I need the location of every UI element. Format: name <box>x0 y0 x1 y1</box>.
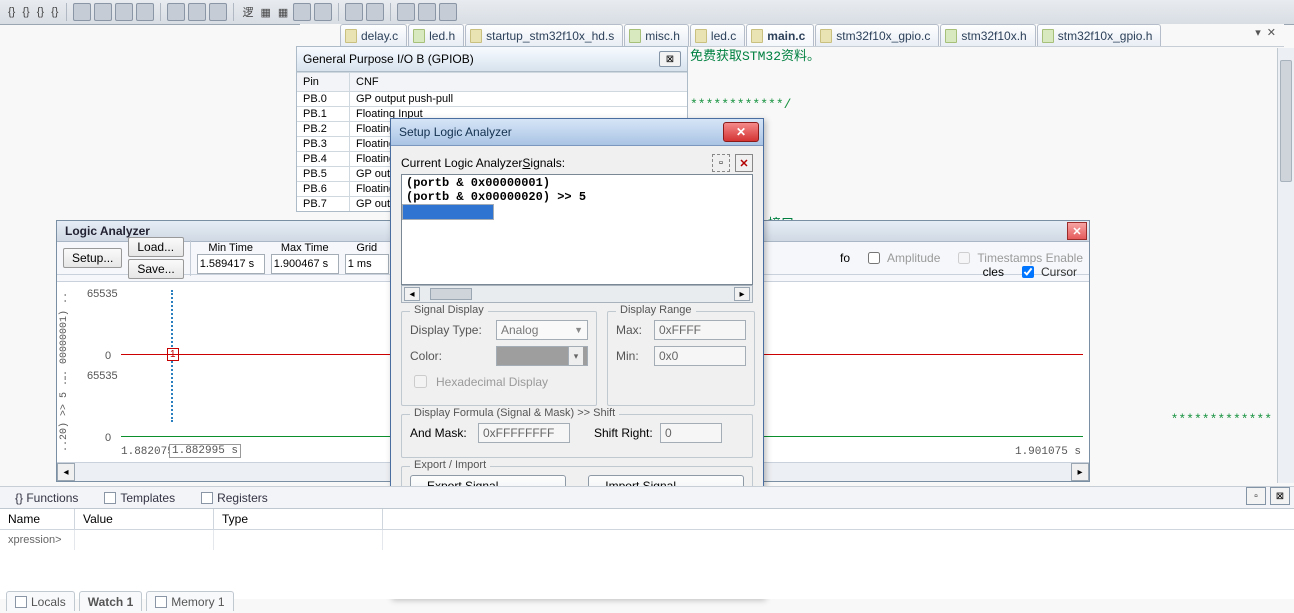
list-hscroll[interactable]: ◂▸ <box>401 285 753 303</box>
file-icon <box>629 29 641 43</box>
min-input[interactable]: 0x0 <box>654 346 746 366</box>
main-toolbar: {}{}{}{} 逻▦▦ <box>0 0 1294 25</box>
col-pin: Pin <box>297 73 350 91</box>
file-tab[interactable]: main.c <box>746 24 814 46</box>
file-icon <box>820 29 832 43</box>
pin-icon[interactable]: ▫ <box>1246 487 1266 505</box>
file-tab-bar: delay.cled.hstartup_stm32f10x_hd.smisc.h… <box>300 24 1284 47</box>
signals-list[interactable]: (portb & 0x00000001)(portb & 0x00000020)… <box>401 174 753 285</box>
signal-row-selected[interactable] <box>402 204 494 220</box>
gpio-title: General Purpose I/O B (GPIOB) <box>303 52 474 66</box>
toolbar-icon[interactable] <box>397 3 415 21</box>
col-value: Value <box>75 509 214 529</box>
max-input[interactable]: 0xFFFF <box>654 320 746 340</box>
file-tab[interactable]: led.c <box>690 24 745 46</box>
close-icon[interactable]: ✕ <box>723 122 759 142</box>
file-tab[interactable]: stm32f10x_gpio.h <box>1037 24 1162 46</box>
hex-check <box>414 375 427 388</box>
cles-label: cles <box>983 265 1004 279</box>
close-icon[interactable]: ✕ <box>1067 222 1087 240</box>
la-title: Logic Analyzer <box>65 224 150 238</box>
toolbar-icon[interactable] <box>439 3 457 21</box>
toolbar-icon[interactable] <box>418 3 436 21</box>
editor-scrollbar[interactable] <box>1277 48 1294 483</box>
display-type-select[interactable]: Analog▼ <box>496 320 588 340</box>
signal-row[interactable]: (portb & 0x00000001) <box>402 176 752 190</box>
gpio-row[interactable]: PB.0GP output push-pull <box>297 91 687 106</box>
color-select[interactable]: ▾ <box>496 346 588 366</box>
toolbar-icon[interactable] <box>345 3 363 21</box>
toolbar-icon[interactable] <box>188 3 206 21</box>
toolbar-icon[interactable] <box>209 3 227 21</box>
scroll-right-icon[interactable]: ▸ <box>1071 463 1089 481</box>
toolbar-icon[interactable] <box>167 3 185 21</box>
dialog-title: Setup Logic Analyzer <box>399 125 512 139</box>
signal-row[interactable]: (portb & 0x00000020) >> 5 <box>402 190 752 204</box>
file-icon <box>470 29 482 43</box>
load-button[interactable]: Load... <box>128 237 183 257</box>
cursor-check[interactable]: Cursor <box>1018 263 1077 281</box>
maxtime-label: Max Time <box>272 242 338 254</box>
code-line: 免费获取STM32资料。 <box>690 46 1294 68</box>
file-tab[interactable]: delay.c <box>340 24 407 46</box>
file-tab[interactable]: led.h <box>408 24 464 46</box>
code-line: ************* <box>1171 412 1272 427</box>
functions-tab[interactable]: {} Functions <box>6 488 87 508</box>
watch1-tab[interactable]: Watch 1 <box>79 591 143 611</box>
file-tab[interactable]: misc.h <box>624 24 689 46</box>
bottom-tab-bar: {} Functions Templates Registers ◂ ▸ <box>0 486 1294 509</box>
tab-close-icon[interactable]: ✕ <box>1267 26 1276 39</box>
toolbar-icon[interactable] <box>115 3 133 21</box>
mask-input[interactable]: 0xFFFFFFFF <box>478 423 570 443</box>
registers-tab[interactable]: Registers <box>192 488 277 508</box>
toolbar-icon[interactable] <box>94 3 112 21</box>
file-tab[interactable]: stm32f10x_gpio.c <box>815 24 939 46</box>
amplitude-check[interactable]: Amplitude <box>864 249 940 267</box>
mintime-label: Min Time <box>198 242 264 254</box>
watch-panel: ▫ ⊠ Name Value Type xpression> <box>0 508 1294 599</box>
expression-row[interactable]: xpression> <box>0 530 75 550</box>
file-tab[interactable]: startup_stm32f10x_hd.s <box>465 24 623 46</box>
file-tab[interactable]: stm32f10x.h <box>940 24 1035 46</box>
col-type: Type <box>214 509 383 529</box>
tab-menu-icon[interactable]: ▾ <box>1255 26 1261 39</box>
code-line: ************/ <box>690 94 1294 116</box>
file-icon <box>1042 29 1054 43</box>
toolbar-icon[interactable] <box>366 3 384 21</box>
file-icon <box>413 29 425 43</box>
setup-button[interactable]: Setup... <box>63 248 122 268</box>
memory1-tab[interactable]: Memory 1 <box>146 591 233 611</box>
toolbar-icon[interactable] <box>136 3 154 21</box>
toolbar-icon[interactable] <box>293 3 311 21</box>
add-signal-icon[interactable]: ▫ <box>712 154 730 172</box>
fo-label: fo <box>840 251 850 265</box>
grid-label: Grid <box>347 242 387 254</box>
templates-tab[interactable]: Templates <box>95 488 184 508</box>
col-name: Name <box>0 509 75 529</box>
col-cnf: CNF <box>350 73 687 91</box>
delete-signal-icon[interactable]: ✕ <box>735 154 753 172</box>
scroll-left-icon[interactable]: ◂ <box>57 463 75 481</box>
toolbar-icon[interactable] <box>314 3 332 21</box>
file-icon <box>751 29 763 43</box>
close-icon[interactable]: ⊠ <box>659 51 681 67</box>
file-icon <box>945 29 957 43</box>
file-icon <box>345 29 357 43</box>
close-icon[interactable]: ⊠ <box>1270 487 1290 505</box>
locals-tab[interactable]: Locals <box>6 591 75 611</box>
shift-input[interactable]: 0 <box>660 423 722 443</box>
file-icon <box>695 29 707 43</box>
toolbar-icon[interactable] <box>73 3 91 21</box>
